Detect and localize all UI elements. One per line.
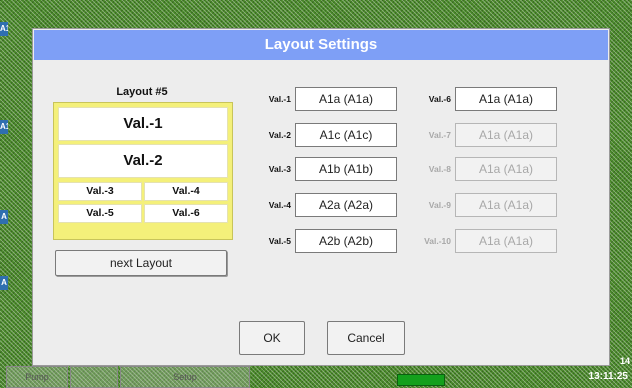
val-field-8: A1a (A1a) [455, 157, 557, 181]
background-tab-1: A1 [0, 22, 8, 36]
val-label-10: Val.-10 [424, 236, 451, 246]
background-setup-button: Setup [120, 366, 250, 388]
layout-settings-dialog: Layout Settings Layout #5 Val.-1 Val.-2 … [32, 28, 610, 366]
val-label-7: Val.-7 [428, 130, 451, 140]
val-label-3: Val.-3 [268, 164, 291, 174]
val-label-2: Val.-2 [268, 130, 291, 140]
next-layout-button[interactable]: next Layout [55, 250, 227, 276]
layout-title: Layout #5 [116, 86, 168, 98]
background-pump-button: Pump [6, 366, 68, 388]
layout-cell-val-1: Val.-1 [58, 107, 228, 141]
val-label-5: Val.-5 [268, 236, 291, 246]
val-field-3[interactable]: A1b (A1b) [295, 157, 397, 181]
layout-preview: Val.-1 Val.-2 Val.-3 Val.-4 Val.-5 Val.-… [53, 102, 233, 240]
layout-cell-val-3: Val.-3 [58, 182, 142, 201]
val-field-4[interactable]: A2a (A2a) [295, 193, 397, 217]
val-label-1: Val.-1 [268, 94, 291, 104]
clock: 13:11:25 [588, 371, 628, 382]
val-label-4: Val.-4 [268, 200, 291, 210]
layout-cell-val-4: Val.-4 [144, 182, 228, 201]
background-tab-4: A [0, 276, 8, 290]
layout-cell-val-2: Val.-2 [58, 144, 228, 178]
status-indicator [397, 374, 445, 386]
val-label-9: Val.-9 [428, 200, 451, 210]
background-tab-2: A1 [0, 120, 8, 134]
layout-cell-val-6: Val.-6 [144, 204, 228, 223]
dialog-title: Layout Settings [34, 30, 608, 60]
val-field-7: A1a (A1a) [455, 123, 557, 147]
date-fragment: 14 [619, 356, 630, 366]
val-field-2[interactable]: A1c (A1c) [295, 123, 397, 147]
cancel-button[interactable]: Cancel [327, 321, 405, 355]
val-field-9: A1a (A1a) [455, 193, 557, 217]
layout-cell-val-5: Val.-5 [58, 204, 142, 223]
background-button-2 [70, 366, 118, 388]
val-field-6[interactable]: A1a (A1a) [455, 87, 557, 111]
val-label-8: Val.-8 [428, 164, 451, 174]
background-tab-3: A [0, 210, 8, 224]
ok-button[interactable]: OK [239, 321, 305, 355]
val-field-10: A1a (A1a) [455, 229, 557, 253]
val-field-1[interactable]: A1a (A1a) [295, 87, 397, 111]
val-label-6: Val.-6 [428, 94, 451, 104]
val-field-5[interactable]: A2b (A2b) [295, 229, 397, 253]
